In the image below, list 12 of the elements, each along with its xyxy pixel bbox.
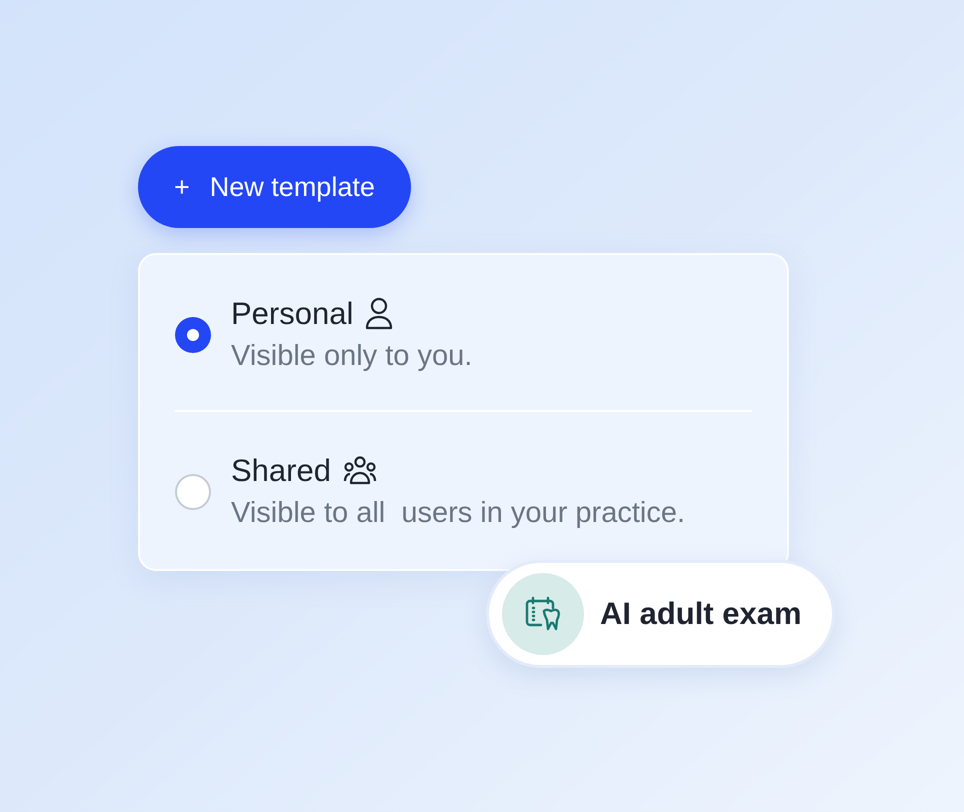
person-icon [365,297,394,332]
radio-button[interactable] [175,474,211,510]
option-description: Visible to all users in your practice. [231,496,686,531]
template-chip[interactable]: AI adult exam [486,560,835,668]
chip-label: AI adult exam [600,594,802,633]
group-icon [342,456,377,486]
radio-button[interactable] [175,316,211,352]
new-template-button[interactable]: + New template [138,146,411,228]
option-description: Visible only to you. [231,338,472,374]
option-title: Shared [231,452,331,490]
option-title: Personal [231,295,354,333]
calendar-tooth-icon [524,595,562,633]
